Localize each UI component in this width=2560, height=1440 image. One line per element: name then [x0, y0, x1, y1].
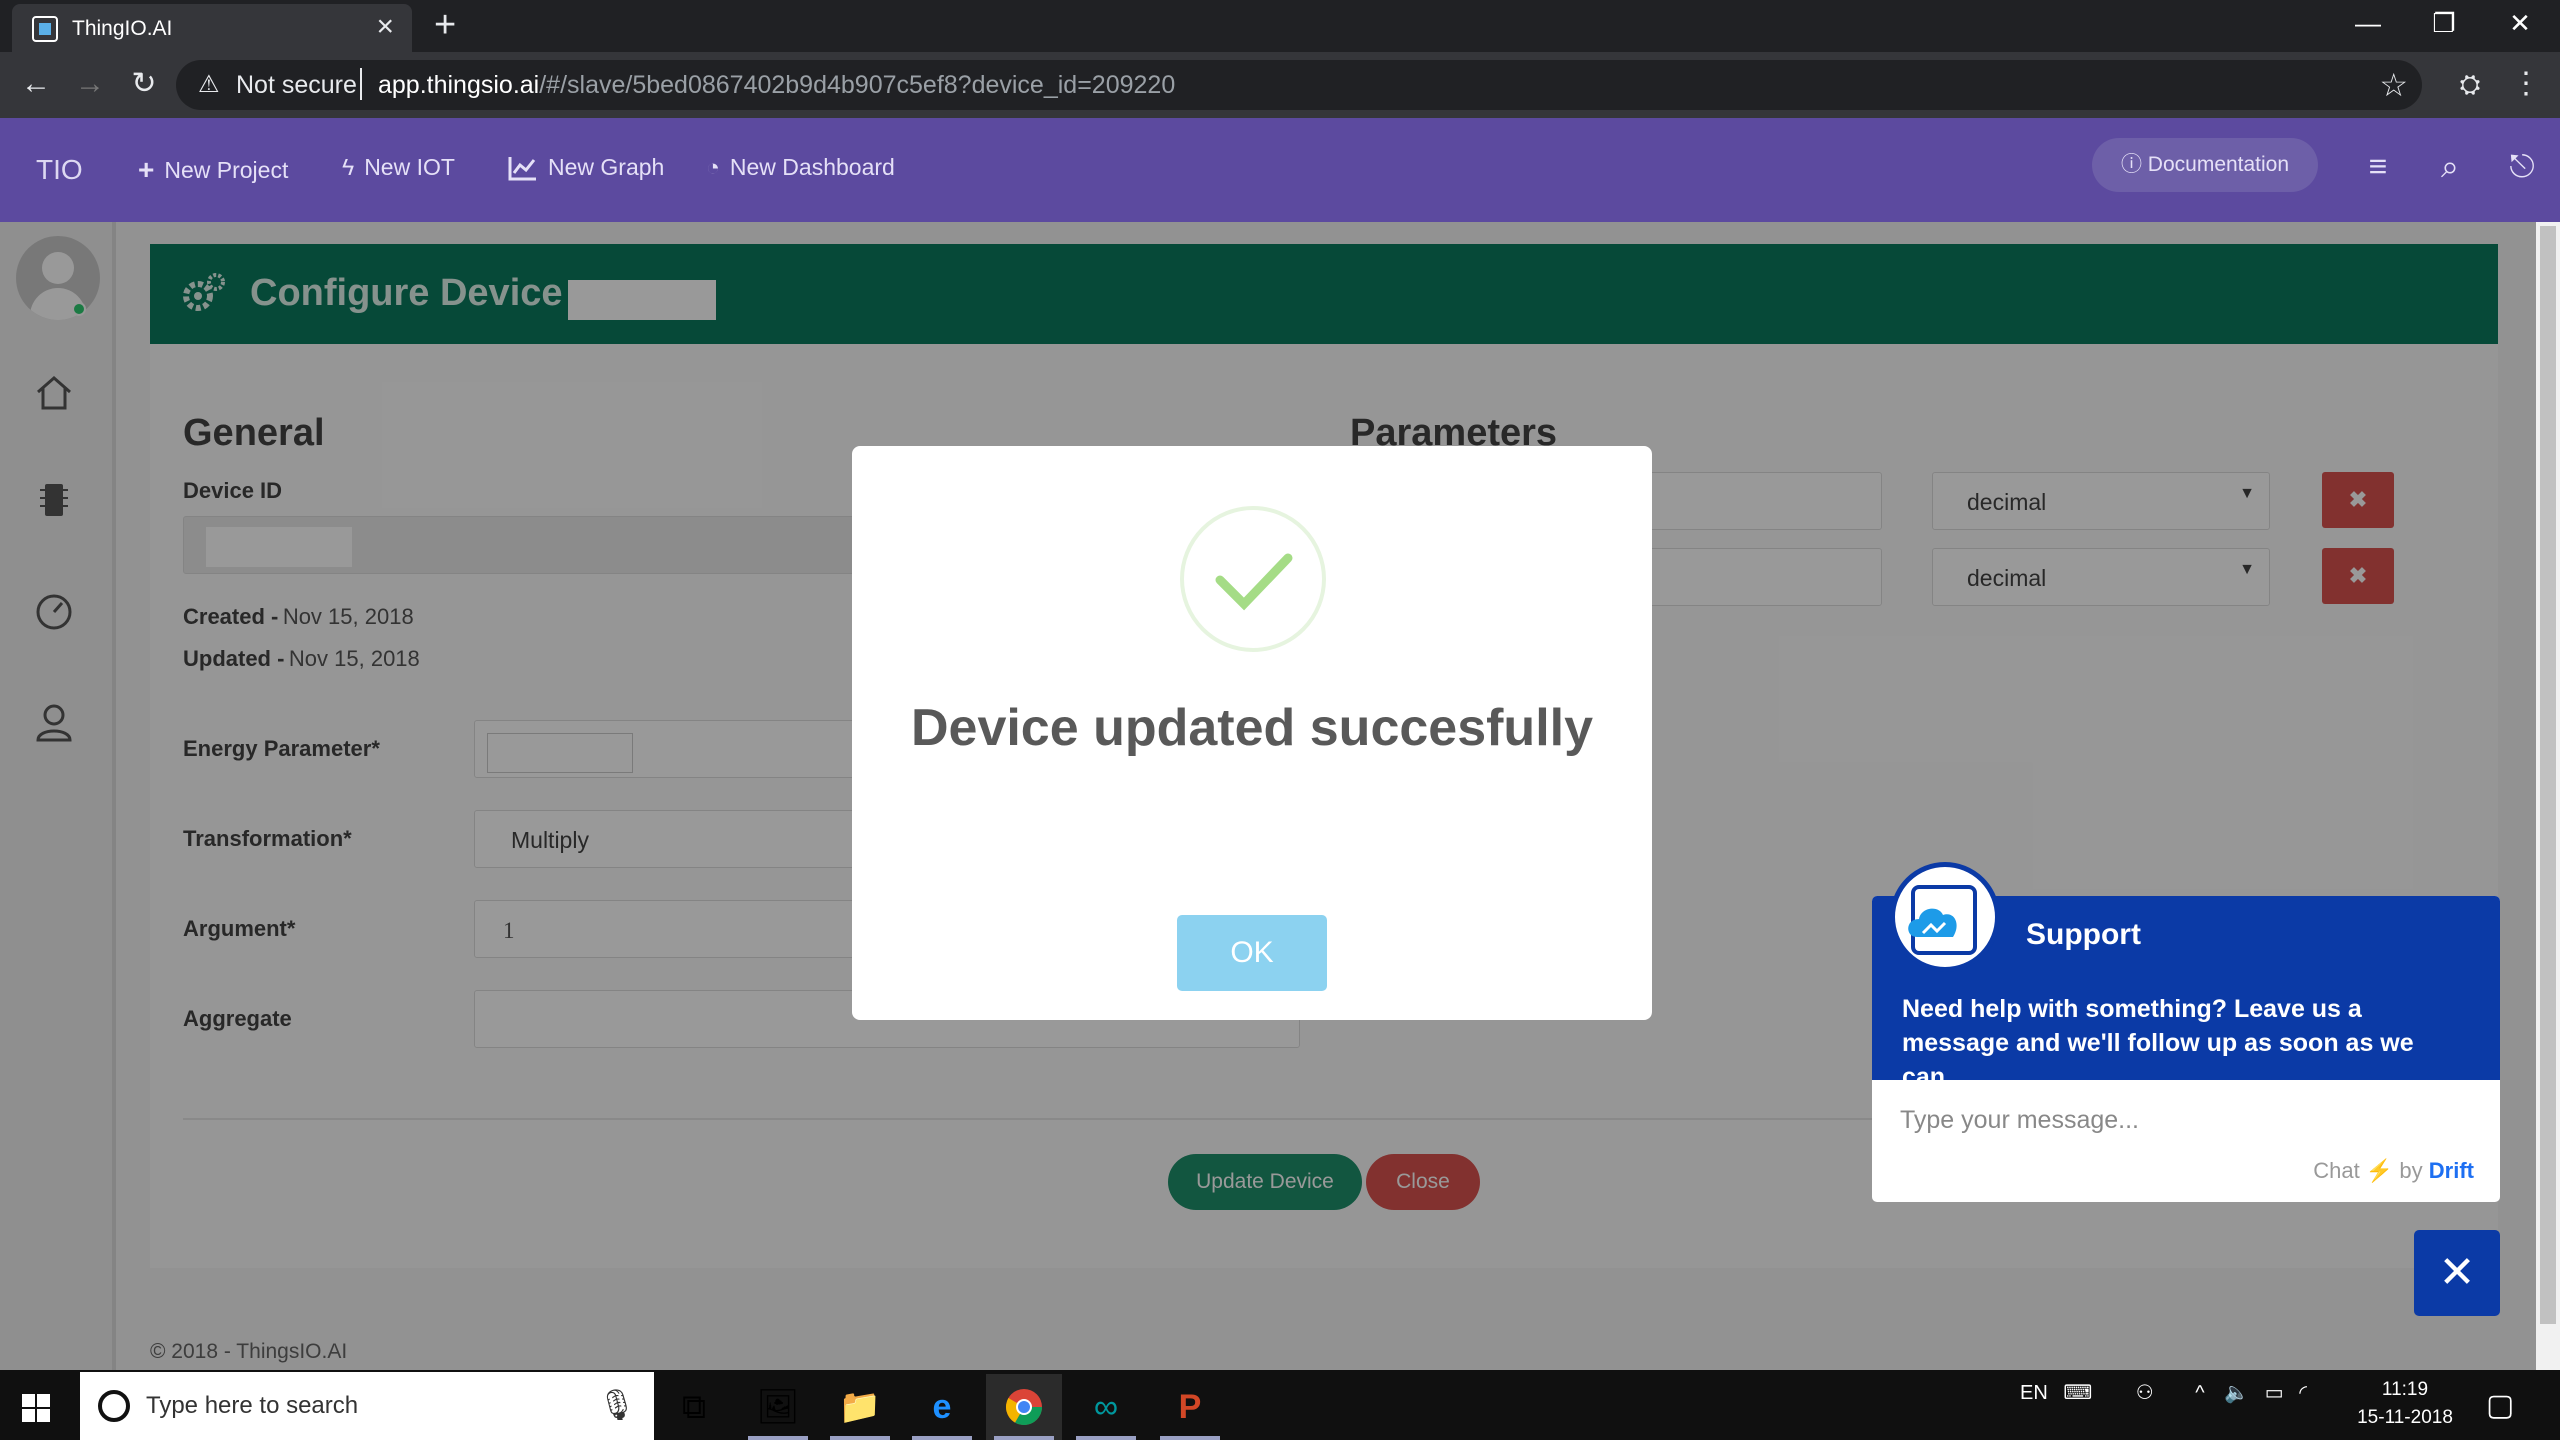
minimize-icon[interactable]: — — [2330, 0, 2406, 46]
nav-label: New IOT — [364, 154, 455, 180]
microphone-icon[interactable]: 🎙 — [598, 1388, 636, 1423]
screenshot-app-icon[interactable]: 🖼 — [740, 1374, 816, 1440]
success-check-icon — [1180, 506, 1326, 652]
dashboard-icon: ◔ — [706, 154, 720, 180]
documentation-button[interactable]: ⓘ Documentation — [2092, 138, 2318, 192]
clock-time: 11:19 — [2381, 1379, 2429, 1400]
notifications-icon[interactable]: ▢ — [2486, 1388, 2514, 1423]
search-icon[interactable]: ⌕ — [2430, 148, 2470, 188]
volume-icon[interactable]: 🔈 — [2224, 1382, 2249, 1404]
incognito-icon[interactable]: ⛭ — [2450, 64, 2490, 104]
chat-title: Support — [2026, 918, 2141, 951]
chat-close-button[interactable]: ✕ — [2414, 1230, 2500, 1316]
support-chat-widget: Support Need help with something? Leave … — [1872, 862, 2500, 1202]
new-dashboard-link[interactable]: ◔ New Dashboard — [706, 154, 895, 181]
warning-icon: ⚠ — [198, 71, 220, 98]
success-message: Device updated succesfully — [910, 699, 1594, 757]
arduino-icon[interactable]: ∞ — [1068, 1374, 1144, 1440]
cloud-logo-icon — [1890, 862, 2000, 972]
people-icon[interactable]: ⚇ — [2136, 1382, 2154, 1404]
reload-icon[interactable]: ↻ — [124, 64, 164, 104]
page-scrollbar[interactable] — [2536, 222, 2560, 1370]
bolt-icon: ϟ — [342, 154, 355, 180]
tab-close-icon[interactable]: × — [376, 12, 394, 42]
tab-title: ThingIO.AI — [72, 17, 173, 40]
nav-label: New Graph — [548, 154, 665, 180]
brand-logo[interactable]: TIO — [36, 154, 83, 186]
new-iot-link[interactable]: ϟ New IOT — [342, 154, 455, 181]
success-dialog: Device updated succesfully OK — [852, 446, 1652, 1020]
logout-icon[interactable]: ⎋ — [2502, 148, 2542, 188]
browser-menu-icon[interactable]: ⋮ — [2506, 64, 2546, 104]
bookmark-star-icon[interactable]: ☆ — [2379, 66, 2408, 104]
url-text: app.thingsio.ai/#/slave/5bed0867402b9d4b… — [378, 71, 1176, 99]
system-tray: EN ⌨ ⚇ ^ 🔈 ▭ ◜ — [2020, 1380, 2307, 1405]
file-explorer-icon[interactable]: 📁 — [822, 1374, 898, 1440]
address-bar[interactable]: ⚠ Not secure app.thingsio.ai/#/slave/5be… — [176, 60, 2422, 110]
window-close-icon[interactable]: ✕ — [2482, 0, 2558, 46]
windows-start-icon[interactable] — [22, 1394, 50, 1422]
menu-icon[interactable]: ≡ — [2358, 148, 2398, 188]
nav-label: New Project — [164, 156, 289, 183]
forward-icon[interactable]: → — [70, 64, 110, 104]
scrollbar-thumb[interactable] — [2540, 226, 2556, 1324]
back-icon[interactable]: ← — [16, 64, 56, 104]
keyboard-icon[interactable]: ⌨ — [2063, 1382, 2092, 1404]
new-graph-link[interactable]: New Graph — [508, 154, 664, 181]
chrome-icon[interactable] — [986, 1374, 1062, 1440]
plus-icon: + — [138, 154, 155, 185]
info-icon: ⓘ — [2120, 153, 2142, 176]
cortana-icon — [98, 1390, 130, 1422]
chat-help-text: Need help with something? Leave us a mes… — [1902, 995, 2414, 1091]
bolt-icon: ⚡ — [2365, 1158, 2394, 1183]
restore-icon[interactable]: ❐ — [2406, 0, 2482, 46]
nav-label: New Dashboard — [729, 154, 895, 180]
favicon-icon — [32, 16, 58, 42]
language-indicator[interactable]: EN — [2020, 1382, 2048, 1404]
search-placeholder: Type here to search — [146, 1392, 359, 1419]
chevron-up-icon[interactable]: ^ — [2195, 1382, 2204, 1404]
divider — [360, 68, 362, 100]
browser-tab[interactable]: ThingIO.AI × — [12, 4, 412, 52]
task-view-icon[interactable]: ⧉ — [656, 1374, 732, 1440]
clock-date: 15-11-2018 — [2357, 1407, 2453, 1428]
chat-message-input[interactable]: Type your message... — [1900, 1106, 2139, 1135]
app-header: TIO + New Project ϟ New IOT New Graph ◔ … — [0, 118, 2560, 222]
edge-icon[interactable]: e — [904, 1374, 980, 1440]
battery-icon[interactable]: ▭ — [2265, 1382, 2284, 1404]
not-secure-label: Not secure — [236, 71, 357, 99]
new-tab-icon[interactable]: + — [434, 6, 456, 44]
ok-button[interactable]: OK — [1177, 915, 1327, 991]
chat-attribution[interactable]: Chat ⚡ by Drift — [2313, 1158, 2474, 1184]
wifi-icon[interactable]: ◜ — [2299, 1382, 2307, 1404]
powerpoint-icon[interactable]: P — [1152, 1374, 1228, 1440]
taskbar-search[interactable]: Type here to search 🎙 — [80, 1372, 654, 1440]
documentation-label: Documentation — [2147, 153, 2290, 176]
taskbar-clock[interactable]: 11:19 15-11-2018 — [2350, 1376, 2460, 1432]
new-project-link[interactable]: + New Project — [138, 154, 288, 186]
line-chart-icon — [508, 155, 538, 181]
